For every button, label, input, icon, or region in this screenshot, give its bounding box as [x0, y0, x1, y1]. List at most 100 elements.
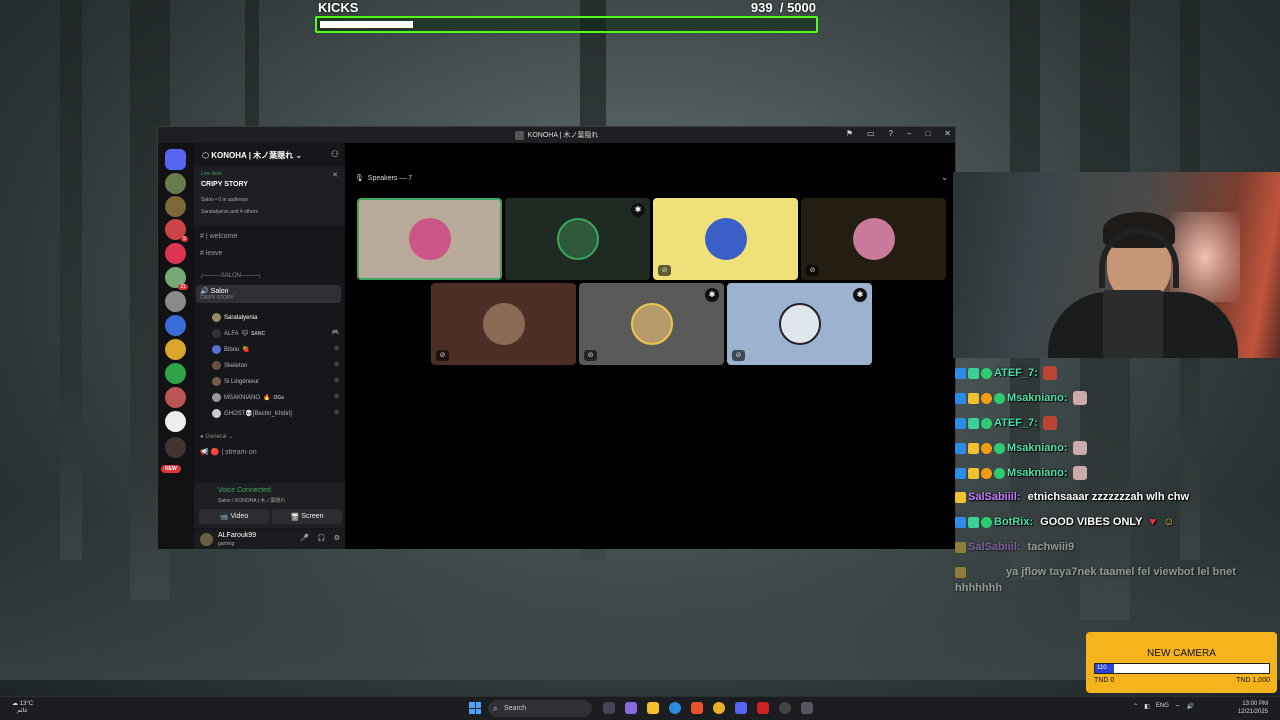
server-icon[interactable]	[165, 411, 186, 432]
edge-icon[interactable]	[669, 702, 681, 714]
goal-progress-fill: 110	[1095, 664, 1115, 673]
wifi-icon[interactable]: ⌔	[1175, 703, 1181, 711]
live-now-label: Live Now	[201, 171, 222, 177]
voice-user[interactable]: Bibou 🍓	[212, 345, 250, 354]
chat-message: Msakniano:	[955, 466, 1087, 480]
discord-home-icon[interactable]	[165, 149, 186, 170]
speaker-tile[interactable]: ⊘	[801, 198, 946, 280]
minimize-button[interactable]: –	[907, 129, 911, 138]
weather-widget[interactable]: ☁ 13°C غائم	[12, 701, 33, 715]
volume-icon[interactable]: 🔊	[1187, 703, 1194, 711]
task-view-icon[interactable]	[603, 702, 615, 714]
voice-user[interactable]: GHOST💀[Bechir_Khdiri]	[212, 409, 292, 418]
server-icon[interactable]	[165, 315, 186, 336]
deafened-icon: ⊘	[333, 378, 339, 384]
moderator-icon: ✱	[705, 288, 719, 302]
chrome-icon[interactable]	[713, 702, 725, 714]
speaker-tile[interactable]: ⊘	[653, 198, 798, 280]
windows-taskbar: ☁ 13°C غائم ⌕ Search ⌃ ◧ ENG ⌔ 🔊 13:00 PM…	[0, 696, 1280, 720]
maximize-button[interactable]: □	[925, 129, 930, 138]
goal-progress-bar: 110	[1094, 663, 1270, 674]
discord-icon[interactable]	[735, 702, 747, 714]
chat-message: Msakniano:	[955, 391, 1087, 405]
moderator-icon: ✱	[631, 203, 645, 217]
avatar	[482, 303, 525, 345]
channel-stream-on[interactable]: 📢 🔴 | stream-on	[200, 448, 257, 456]
server-icon[interactable]: 5	[165, 219, 188, 242]
server-icon[interactable]	[165, 243, 186, 264]
voice-user[interactable]: Skeleton	[212, 361, 247, 370]
voice-connection-panel: Voice Connected Salon / KONOHA | 木ノ葉隠れ 📹…	[194, 483, 345, 528]
app-icon[interactable]	[757, 702, 769, 714]
inbox-icon[interactable]: ▭	[867, 129, 875, 138]
search-box[interactable]: ⌕ Search	[488, 700, 592, 717]
close-icon[interactable]: ✕	[332, 171, 338, 179]
voice-user[interactable]: ALFA 🐱 SANC	[212, 329, 265, 338]
guild-name[interactable]: ⬡ KONOHA | 木ノ葉隠れ ⌄	[202, 150, 302, 161]
microphone-icon[interactable]: 🎤	[300, 534, 309, 542]
server-icon[interactable]	[165, 363, 186, 384]
deafened-icon: ⊘	[333, 346, 339, 352]
server-icon[interactable]: 21	[165, 267, 188, 290]
user-status: gaming	[218, 541, 235, 547]
obs-icon[interactable]	[779, 702, 791, 714]
brave-icon[interactable]	[691, 702, 703, 714]
channel-leave[interactable]: # leave	[200, 250, 223, 257]
server-icon[interactable]	[165, 291, 186, 312]
new-badge: NEW	[161, 465, 181, 473]
help-icon[interactable]: ?	[889, 129, 893, 138]
tray-app-icon[interactable]: ◧	[1144, 703, 1150, 711]
server-icon[interactable]	[165, 437, 186, 458]
live-title: CRIPY STORY	[201, 181, 248, 188]
voice-user[interactable]: MSAKNIANO 🔥 OGs	[212, 393, 284, 402]
system-tray: ⌃ ◧ ENG ⌔ 🔊	[1133, 703, 1194, 711]
avatar[interactable]	[200, 533, 213, 546]
server-list: 5 21 NEW	[158, 143, 194, 549]
speaker-tile[interactable]	[357, 198, 502, 280]
goal-max: TND 1,000	[1236, 677, 1270, 684]
kicks-title: KICKS	[318, 0, 359, 15]
chat-message: ATEF_7:	[955, 366, 1057, 380]
channel-salon[interactable]: 🔊 Salon CRIPY STORY	[196, 285, 341, 303]
chevron-up-icon[interactable]: ⌃	[1133, 703, 1138, 711]
muted-icon: ⊘	[732, 350, 745, 361]
server-icon[interactable]	[165, 387, 186, 408]
category-general[interactable]: ● General ⌄	[200, 433, 233, 440]
avatar	[778, 303, 821, 345]
speaker-tile[interactable]: ⊘ ✱	[727, 283, 872, 365]
speaker-tile[interactable]: ⊘ ✱	[579, 283, 724, 365]
server-icon[interactable]	[165, 173, 186, 194]
avatar	[852, 218, 895, 260]
app-icon[interactable]	[801, 702, 813, 714]
lang-indicator[interactable]: ENG	[1156, 703, 1169, 711]
clock[interactable]: 13:00 PM 12/21/2025	[1238, 700, 1268, 716]
copilot-icon[interactable]	[625, 702, 637, 714]
close-button[interactable]: ✕	[944, 129, 951, 138]
channel-welcome[interactable]: # | welcome	[200, 233, 237, 240]
chevron-down-icon[interactable]: ⌄	[941, 173, 948, 182]
flag-icon[interactable]: ⚑	[846, 129, 853, 138]
category-salon[interactable]: ╭────SALON────╮	[200, 272, 262, 279]
live-stage-card[interactable]: Live Now ✕ CRIPY STORY Salon • 0 in audi…	[194, 167, 345, 225]
start-button[interactable]	[469, 702, 481, 714]
webcam-overlay	[953, 172, 1280, 358]
avatar	[556, 218, 599, 260]
server-icon[interactable]	[165, 339, 186, 360]
screen-share-button[interactable]: 🖥 Screen	[272, 509, 342, 524]
voice-user[interactable]: Saratalyenia	[212, 313, 257, 322]
gear-icon[interactable]: ⚙	[334, 534, 340, 542]
file-explorer-icon[interactable]	[647, 702, 659, 714]
voice-user[interactable]: Si Lingénieur	[212, 377, 259, 386]
chat-message: hhhhhhh	[955, 582, 1003, 594]
headphones-icon[interactable]: 🎧	[317, 534, 326, 542]
discord-window: KONOHA | 木ノ葉隠れ ⚑ ▭ ? – □ ✕ 5 21 NEW ⬡ KO…	[157, 126, 956, 549]
speaker-tile[interactable]: ✱	[505, 198, 650, 280]
username[interactable]: ALFarouk99	[218, 532, 256, 539]
speaker-tile[interactable]: ⊘	[431, 283, 576, 365]
goal-title: NEW CAMERA	[1147, 648, 1216, 659]
voice-status: Voice Connected	[218, 487, 271, 494]
video-button[interactable]: 📹 Video	[199, 509, 269, 524]
invite-icon[interactable]: ⚇	[331, 149, 339, 160]
server-icon[interactable]	[165, 196, 186, 217]
avatar	[630, 303, 673, 345]
